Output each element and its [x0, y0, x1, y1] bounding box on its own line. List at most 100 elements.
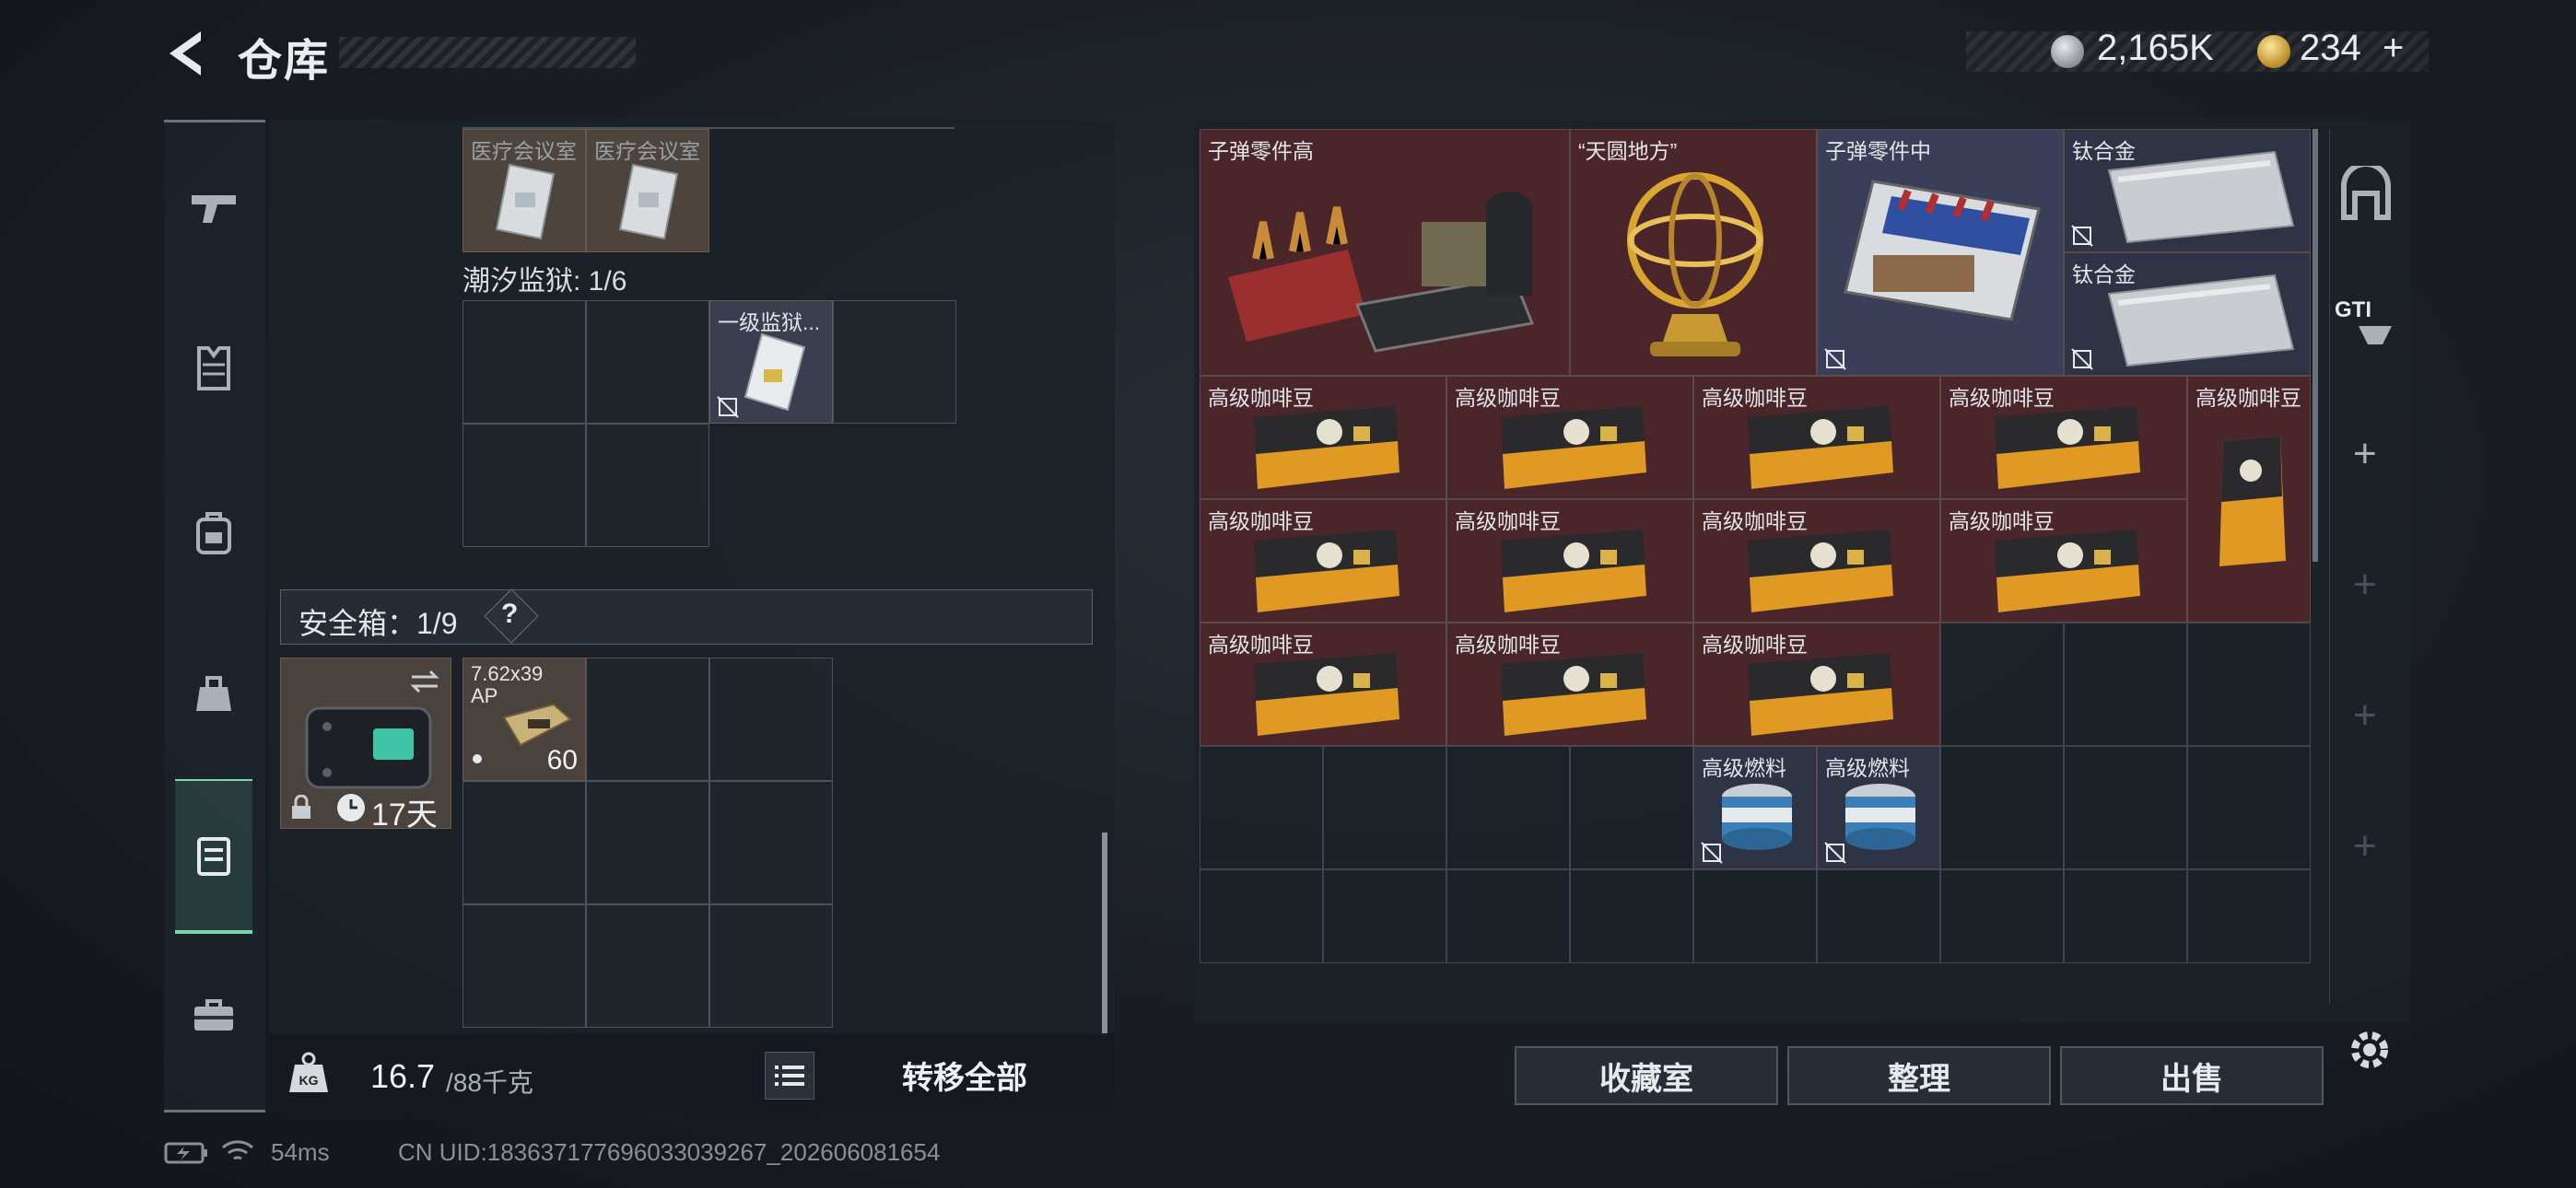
collection-room-button[interactable]: 收藏室	[1515, 1046, 1778, 1105]
grid-cell[interactable]	[1323, 869, 1446, 963]
prison-section-label: 潮汐监狱: 1/6	[463, 266, 627, 297]
safebox-container[interactable]: 17天	[280, 658, 451, 833]
add-slot-button[interactable]: +	[2353, 562, 2377, 608]
item-coffee[interactable]: 高级咖啡豆	[1693, 499, 1940, 623]
help-icon[interactable]: ?	[501, 599, 518, 630]
item-coffee[interactable]: 高级咖啡豆	[1200, 376, 1446, 499]
add-slot-button[interactable]: +	[2353, 693, 2377, 739]
item-label: 子弹零件中	[1825, 139, 1931, 163]
grid-cell[interactable]	[2064, 869, 2187, 963]
item-coffee[interactable]: 高级咖啡豆	[1446, 499, 1693, 623]
grid-cell[interactable]	[2187, 623, 2311, 746]
left-scrollbar[interactable]	[1102, 833, 1107, 1035]
grid-cell[interactable]	[1200, 746, 1323, 869]
warehouse-icon[interactable]	[2336, 166, 2395, 225]
item-coffee[interactable]: 高级咖啡豆	[1200, 499, 1446, 623]
item-titanium-2[interactable]: 钛合金	[2064, 252, 2311, 376]
list-view-button[interactable]	[765, 1052, 814, 1100]
right-scrollbar[interactable]	[2313, 129, 2318, 562]
gti-tab-icon[interactable]: GTI	[2331, 293, 2403, 348]
item-fuel-1[interactable]: 高级燃料	[1693, 746, 1817, 869]
weapon-tab-icon[interactable]	[175, 169, 252, 247]
grid-cell[interactable]	[1940, 869, 2064, 963]
no-insure-icon	[717, 396, 739, 418]
back-icon[interactable]	[164, 28, 210, 79]
bullet-parts-icon	[1228, 191, 1535, 353]
no-insure-icon	[1824, 842, 1846, 864]
item-coffee[interactable]: 高级咖啡豆	[1940, 499, 2187, 623]
grid-cell[interactable]	[1200, 869, 1323, 963]
grid-cell[interactable]	[586, 424, 709, 547]
item-prison-key[interactable]: 一级监狱...	[709, 300, 833, 424]
item-coffee[interactable]: 高级咖啡豆	[1200, 623, 1446, 746]
uid-text: CN UID:183637177696033039267_20260608165…	[398, 1138, 941, 1166]
coffee-bag-icon	[1501, 530, 1646, 612]
armor-tab-icon[interactable]	[175, 330, 252, 407]
item-coffee[interactable]: 高级咖啡豆	[1446, 623, 1693, 746]
grid-cell[interactable]	[833, 300, 956, 424]
safebox-tab-icon[interactable]	[175, 816, 252, 893]
grid-cell[interactable]	[586, 300, 709, 424]
safebox-label: 安全箱：1/9	[299, 607, 458, 640]
grid-cell[interactable]	[463, 904, 586, 1028]
grid-cell[interactable]	[2064, 746, 2187, 869]
item-coffee[interactable]: 高级咖啡豆	[1940, 376, 2187, 499]
item-coffee-tall[interactable]: 高级咖啡豆	[2187, 376, 2311, 623]
coffee-bag-icon	[1501, 406, 1646, 489]
grid-cell[interactable]	[1940, 746, 2064, 869]
grid-cell[interactable]	[2187, 746, 2311, 869]
grid-cell[interactable]	[1570, 869, 1693, 963]
grid-cell[interactable]	[1446, 869, 1570, 963]
grid-cell[interactable]	[1323, 746, 1446, 869]
safebox-timer: 17天	[371, 798, 438, 833]
item-ammo-762-ap[interactable]: 7.62x39 AP 60	[463, 658, 586, 781]
sort-button[interactable]: 整理	[1787, 1046, 2051, 1105]
weight-icon: KG	[289, 1052, 328, 1092]
no-insure-icon	[1824, 348, 1846, 370]
grid-cell[interactable]	[709, 904, 833, 1028]
grid-cell[interactable]	[2064, 623, 2187, 746]
wifi-icon	[222, 1140, 253, 1160]
transfer-all-button[interactable]: 转移全部	[829, 1044, 1100, 1105]
item-bullet-parts-high[interactable]: 子弹零件高	[1200, 129, 1570, 376]
grid-cell[interactable]	[2187, 869, 2311, 963]
grid-cell[interactable]	[1817, 869, 1940, 963]
item-coffee[interactable]: 高级咖啡豆	[1693, 376, 1940, 499]
ammo-box-icon	[502, 703, 572, 747]
item-bullet-parts-mid[interactable]: 子弹零件中	[1817, 129, 2064, 376]
grid-cell[interactable]	[1570, 746, 1693, 869]
add-gold-button[interactable]: +	[2383, 28, 2404, 69]
rig-tab-icon[interactable]	[175, 654, 252, 731]
safebox-icon	[305, 706, 432, 789]
grid-cell[interactable]	[709, 658, 833, 781]
settings-gear-icon[interactable]	[2346, 1026, 2394, 1074]
add-slot-button[interactable]: +	[2353, 431, 2377, 477]
grid-cell[interactable]	[463, 781, 586, 904]
grid-cell[interactable]	[463, 424, 586, 547]
grid-cell[interactable]	[586, 904, 709, 1028]
item-medical-room-key-1[interactable]: 医疗会议室	[463, 129, 586, 252]
coffee-bag-icon	[2219, 436, 2286, 566]
grid-cell[interactable]	[1693, 869, 1817, 963]
grid-cell[interactable]	[586, 658, 709, 781]
item-medical-room-key-2[interactable]: 医疗会议室	[586, 129, 709, 252]
item-coffee[interactable]: 高级咖啡豆	[1693, 623, 1940, 746]
backpack-tab-icon[interactable]	[175, 494, 252, 571]
grid-cell[interactable]	[463, 300, 586, 424]
weight-current: 16.7	[370, 1057, 436, 1095]
grid-cell[interactable]	[586, 781, 709, 904]
list-icon	[775, 1066, 804, 1086]
svg-text:GTI: GTI	[2335, 297, 2371, 322]
grid-cell[interactable]	[1446, 746, 1570, 869]
toolbox-tab-icon[interactable]	[175, 976, 252, 1054]
bullet-tray-icon	[1844, 180, 2041, 321]
item-coffee[interactable]: 高级咖啡豆	[1446, 376, 1693, 499]
grid-cell[interactable]	[709, 781, 833, 904]
sell-button[interactable]: 出售	[2060, 1046, 2324, 1105]
item-titanium-1[interactable]: 钛合金	[2064, 129, 2311, 252]
rarity-dot	[473, 754, 482, 763]
item-fuel-2[interactable]: 高级燃料	[1817, 746, 1940, 869]
item-tianyuan[interactable]: “天圆地方”	[1570, 129, 1817, 376]
grid-cell[interactable]	[1940, 623, 2064, 746]
add-slot-button[interactable]: +	[2353, 823, 2377, 869]
